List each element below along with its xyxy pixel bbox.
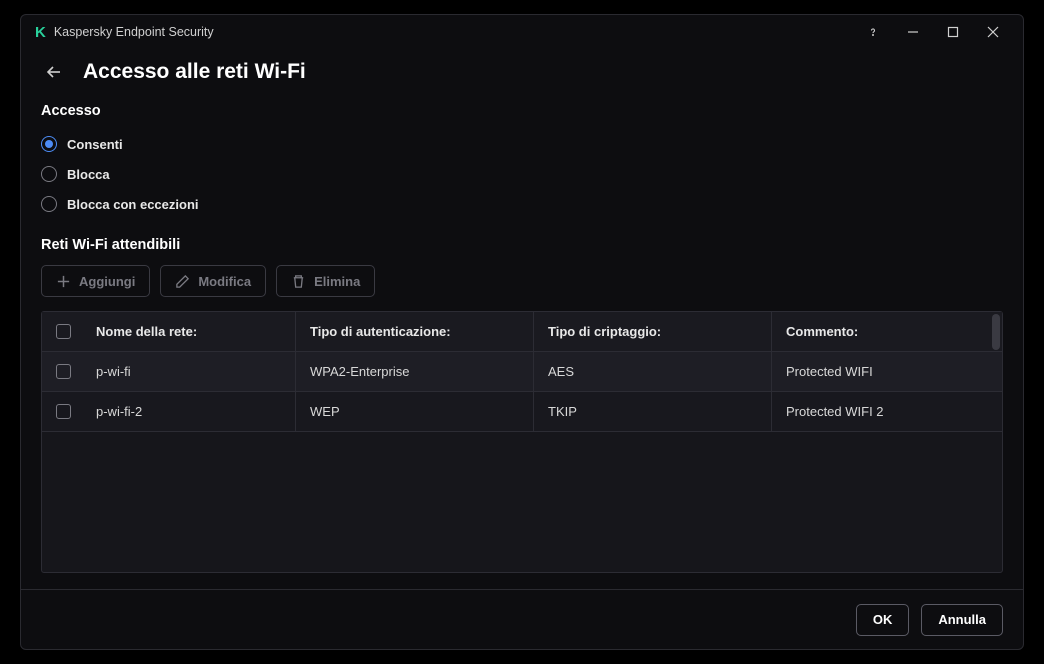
cell-comment: Protected WIFI xyxy=(772,352,1002,391)
trusted-table: Nome della rete: Tipo di autenticazione:… xyxy=(41,311,1003,573)
app-title: Kaspersky Endpoint Security xyxy=(54,25,214,39)
column-header-encryption[interactable]: Tipo di criptaggio: xyxy=(534,312,772,351)
access-section-label: Accesso xyxy=(41,103,1003,119)
titlebar: K Kaspersky Endpoint Security xyxy=(21,15,1023,49)
radio-block-exceptions[interactable]: Blocca con eccezioni xyxy=(41,189,1003,219)
table-scrollbar[interactable] xyxy=(992,314,1000,350)
back-button[interactable] xyxy=(41,59,67,85)
minimize-icon xyxy=(907,26,919,38)
dialog-footer: OK Annulla xyxy=(21,589,1023,649)
close-button[interactable] xyxy=(973,18,1013,46)
delete-button-label: Elimina xyxy=(314,274,360,289)
radio-icon xyxy=(41,196,57,212)
page-header: Accesso alle reti Wi-Fi xyxy=(41,59,1003,85)
add-button[interactable]: Aggiungi xyxy=(41,265,150,297)
arrow-left-icon xyxy=(45,63,63,81)
cell-name: p-wi-fi-2 xyxy=(82,392,296,431)
pencil-icon xyxy=(175,274,190,289)
radio-icon xyxy=(41,166,57,182)
maximize-icon xyxy=(947,26,959,38)
trusted-toolbar: Aggiungi Modifica Elimina xyxy=(41,265,1003,297)
row-checkbox[interactable] xyxy=(56,404,71,419)
radio-icon xyxy=(41,136,57,152)
help-icon xyxy=(867,26,879,38)
select-all-checkbox[interactable] xyxy=(56,324,71,339)
maximize-button[interactable] xyxy=(933,18,973,46)
page-title: Accesso alle reti Wi-Fi xyxy=(83,60,306,84)
table-row[interactable]: p-wi-fi WPA2-Enterprise AES Protected WI… xyxy=(42,352,1002,392)
trusted-section-label: Reti Wi-Fi attendibili xyxy=(41,237,1003,253)
table-body: p-wi-fi WPA2-Enterprise AES Protected WI… xyxy=(42,352,1002,432)
table-header: Nome della rete: Tipo di autenticazione:… xyxy=(42,312,1002,352)
radio-allow[interactable]: Consenti xyxy=(41,129,1003,159)
cell-auth: WPA2-Enterprise xyxy=(296,352,534,391)
add-button-label: Aggiungi xyxy=(79,274,135,289)
app-window: K Kaspersky Endpoint Security Accesso al… xyxy=(20,14,1024,650)
delete-button[interactable]: Elimina xyxy=(276,265,375,297)
edit-button-label: Modifica xyxy=(198,274,251,289)
column-header-comment[interactable]: Commento: xyxy=(772,312,1002,351)
close-icon xyxy=(987,26,999,38)
table-row[interactable]: p-wi-fi-2 WEP TKIP Protected WIFI 2 xyxy=(42,392,1002,432)
radio-block[interactable]: Blocca xyxy=(41,159,1003,189)
help-button[interactable] xyxy=(853,18,893,46)
ok-button[interactable]: OK xyxy=(856,604,910,636)
cell-auth: WEP xyxy=(296,392,534,431)
radio-label: Consenti xyxy=(67,137,123,152)
cell-encryption: TKIP xyxy=(534,392,772,431)
cell-encryption: AES xyxy=(534,352,772,391)
app-logo: K Kaspersky Endpoint Security xyxy=(35,24,214,41)
column-header-auth[interactable]: Tipo di autenticazione: xyxy=(296,312,534,351)
cell-comment: Protected WIFI 2 xyxy=(772,392,1002,431)
kaspersky-logo-icon: K xyxy=(35,24,46,41)
radio-label: Blocca xyxy=(67,167,110,182)
minimize-button[interactable] xyxy=(893,18,933,46)
plus-icon xyxy=(56,274,71,289)
cancel-button[interactable]: Annulla xyxy=(921,604,1003,636)
column-header-name[interactable]: Nome della rete: xyxy=(82,312,296,351)
edit-button[interactable]: Modifica xyxy=(160,265,266,297)
access-radio-group: Consenti Blocca Blocca con eccezioni xyxy=(41,129,1003,219)
row-checkbox[interactable] xyxy=(56,364,71,379)
trash-icon xyxy=(291,274,306,289)
cell-name: p-wi-fi xyxy=(82,352,296,391)
radio-label: Blocca con eccezioni xyxy=(67,197,199,212)
